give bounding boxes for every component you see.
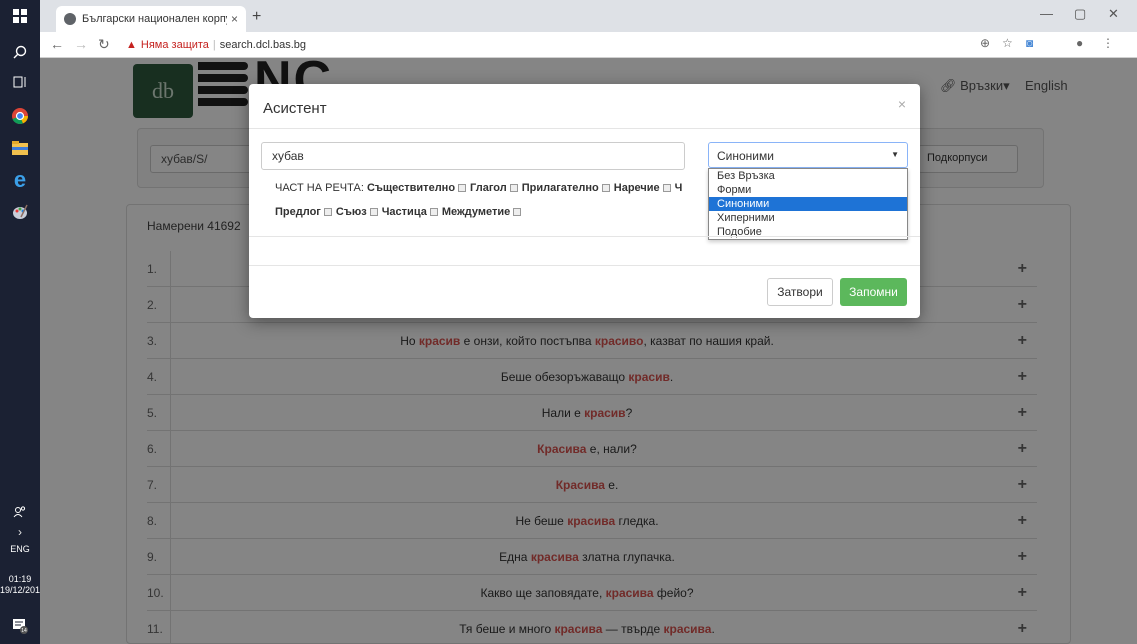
pos-option-label: Глагол (470, 182, 507, 194)
close-button[interactable]: Затвори (767, 278, 833, 306)
pos-options-1: Съществително Глагол Прилагателно Наречие Ч (367, 182, 682, 194)
pos-option-label: Частица (381, 206, 427, 218)
browser-address-bar: ← → ↻ ▲ Няма защита | search.dcl.bas.bg … (40, 32, 1137, 58)
tab-title: Български национален корпус (82, 13, 227, 25)
forward-icon[interactable]: → (74, 36, 88, 52)
profile-avatar-icon[interactable]: ● (1076, 36, 1083, 50)
close-window-icon[interactable]: ✕ (1108, 6, 1119, 22)
notification-badge: 14 (21, 628, 27, 634)
reload-icon[interactable]: ↻ (98, 36, 110, 53)
modal-close-icon[interactable]: × (898, 96, 906, 112)
relation-select[interactable]: Синоними ▼ (708, 142, 908, 168)
maximize-icon[interactable]: ▢ (1074, 6, 1086, 22)
caret-down-icon: ▼ (891, 150, 899, 159)
relation-option[interactable]: Без Връзка (709, 169, 907, 183)
back-icon[interactable]: ← (50, 36, 64, 52)
url-text[interactable]: search.dcl.bas.bg (220, 39, 306, 51)
pos-options-2: Предлог Съюз Частица Междуметие (275, 206, 525, 218)
taskview-icon[interactable] (0, 66, 40, 98)
pos-checkbox[interactable] (513, 208, 522, 216)
pos-checkbox[interactable] (323, 208, 332, 216)
tab-bnc[interactable]: Български национален корпус × (56, 6, 246, 32)
minimize-icon[interactable]: — (1040, 6, 1053, 21)
chrome-icon[interactable] (0, 100, 40, 132)
search-icon[interactable] (0, 36, 40, 68)
relation-option[interactable]: Форми (709, 183, 907, 197)
relation-selected: Синоними (717, 149, 774, 163)
assistant-modal: Асистент × хубав ЧАСТ НА РЕЧТА: Съществи… (249, 84, 920, 318)
file-explorer-icon[interactable] (0, 132, 40, 164)
notification-icon[interactable]: 14 (0, 610, 40, 642)
paint-icon[interactable] (0, 196, 40, 228)
pos-label: ЧАСТ НА РЕЧТА: (275, 182, 364, 194)
start-icon[interactable] (0, 0, 40, 32)
relation-dropdown: Без Връзка Форми Синоними Хиперними Подобие (708, 168, 908, 240)
pos-checkbox[interactable] (509, 184, 518, 192)
bookmark-star-icon[interactable]: ☆ (1002, 36, 1013, 50)
windows-taskbar: e › ENG 01:19 19/12/2019 14 (0, 0, 45, 644)
language-indicator[interactable]: ENG (0, 544, 40, 555)
warning-icon: ▲ (126, 39, 137, 51)
close-tab-icon[interactable]: × (231, 12, 238, 26)
menu-dots-icon[interactable]: ⋮ (1102, 36, 1114, 50)
security-label[interactable]: Няма защита (141, 39, 209, 51)
save-button[interactable]: Запомни (840, 278, 907, 306)
browser-tab-bar: Български национален корпус × + — ▢ ✕ (40, 0, 1137, 32)
pos-line-1: ЧАСТ НА РЕЧТА: Съществително Глагол Прилаг… (275, 182, 682, 194)
pos-checkbox[interactable] (601, 184, 610, 192)
pos-option-label: Наречие (613, 182, 660, 194)
pos-option-label: Прилагателно (521, 182, 599, 194)
pos-option-label: Междуметие (441, 206, 511, 218)
pos-checkbox[interactable] (458, 184, 467, 192)
new-tab-button[interactable]: + (252, 8, 261, 26)
globe-icon (64, 13, 76, 25)
pos-line-2: Предлог Съюз Частица Междуметие (275, 206, 525, 218)
omnibox[interactable]: ▲ Няма защита | search.dcl.bas.bg (126, 34, 1006, 56)
modal-title: Асистент (263, 100, 327, 117)
zoom-icon[interactable]: ⊕ (980, 36, 990, 50)
edge-icon[interactable]: e (0, 164, 40, 196)
separator: | (212, 39, 216, 51)
pos-checkbox[interactable] (429, 208, 438, 216)
clock-date[interactable]: 19/12/2019 (0, 585, 45, 596)
modal-divider (249, 236, 920, 237)
clock-time[interactable]: 01:19 (0, 574, 40, 585)
pos-option-label: Съюз (335, 206, 367, 218)
pos-checkbox[interactable] (662, 184, 671, 192)
modal-divider (249, 128, 920, 129)
modal-footer-divider (249, 265, 920, 266)
pos-option-label: Съществително (366, 182, 456, 194)
word-input[interactable]: хубав (261, 142, 685, 170)
pos-option-label: Ч (674, 182, 683, 194)
extension-icon[interactable]: ◙ (1026, 36, 1033, 50)
pos-option-label: Предлог (275, 206, 321, 218)
pos-checkbox[interactable] (369, 208, 378, 216)
relation-option[interactable]: Хиперними (709, 211, 907, 225)
relation-option[interactable]: Синоними (709, 197, 907, 211)
